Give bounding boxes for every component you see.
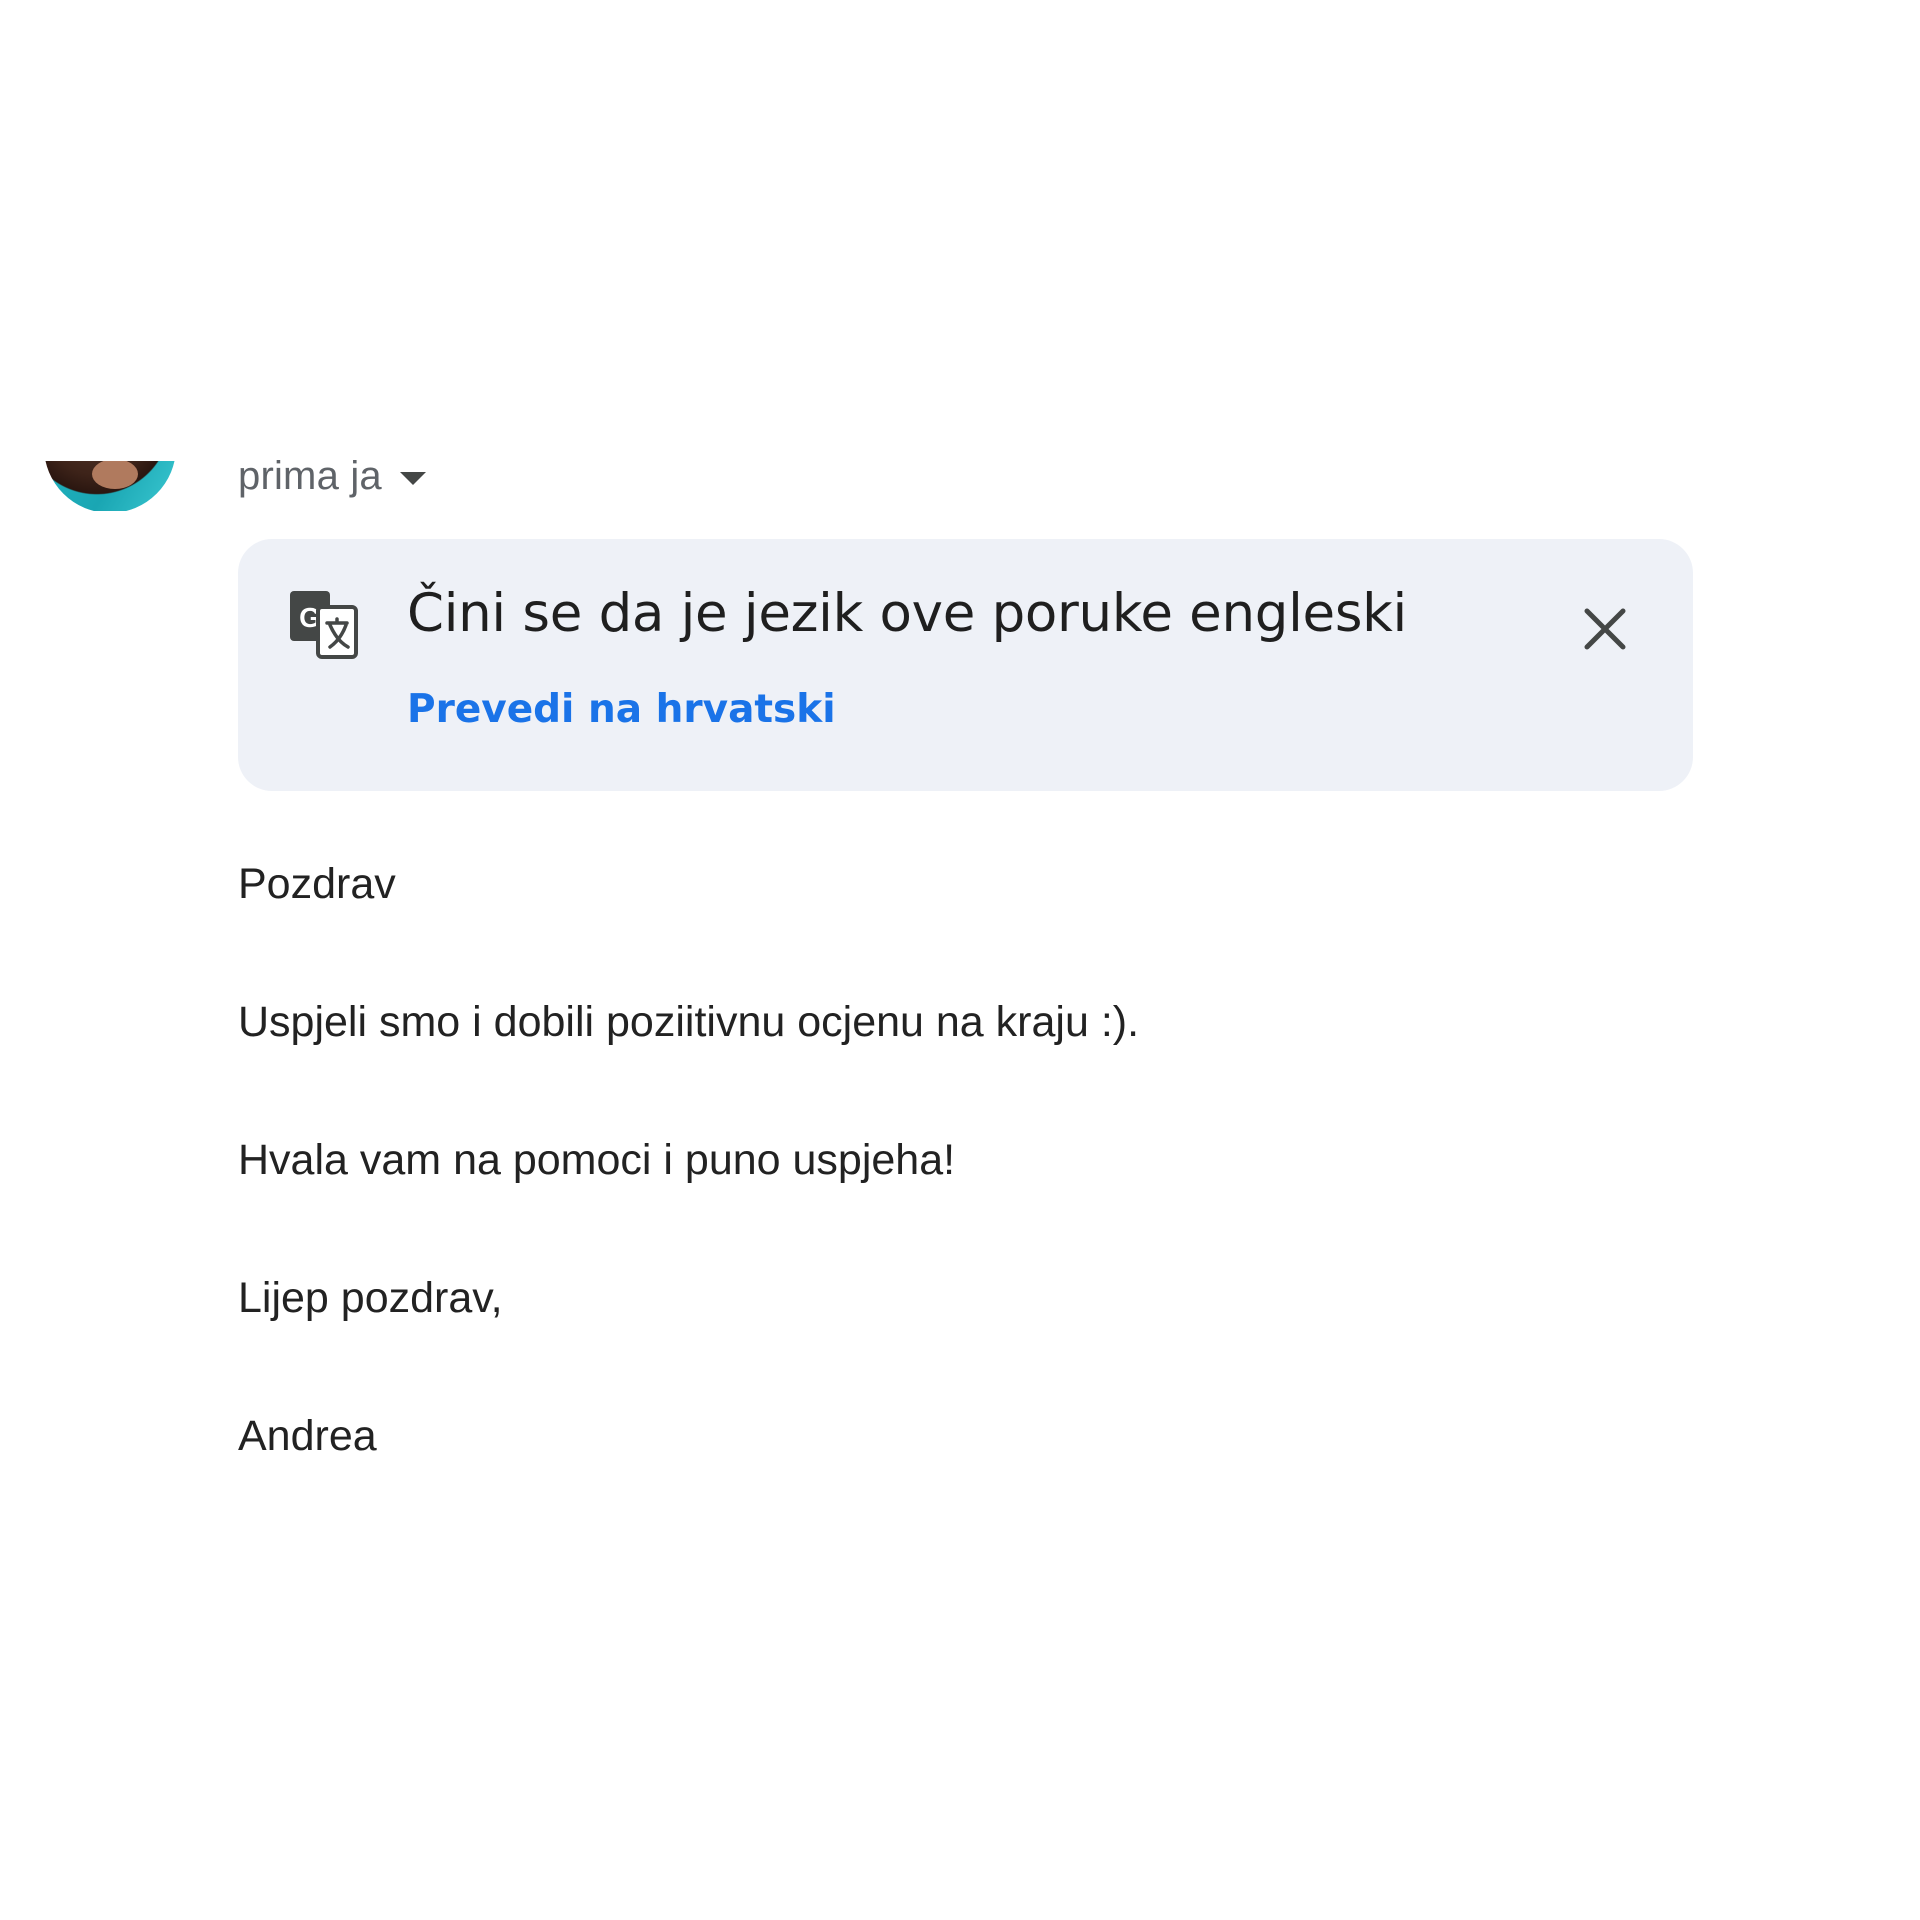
recipient-details: prima ja [238, 452, 426, 500]
translate-banner: G Čini se da je jezik ove poruke englesk… [238, 539, 1693, 791]
close-button[interactable] [1570, 594, 1640, 664]
message-paragraph: Andrea [238, 1412, 377, 1460]
translate-icon: G [290, 591, 358, 659]
translate-link[interactable]: Prevedi na hrvatski [407, 687, 836, 732]
banner-title: Čini se da je jezik ove poruke engleski [407, 583, 1407, 644]
message-paragraph: Lijep pozdrav, [238, 1274, 503, 1322]
chevron-down-icon[interactable] [399, 471, 426, 485]
message-body: Pozdrav Uspjeli smo i dobili poziitivnu … [238, 855, 1139, 1545]
message-paragraph: Pozdrav [238, 860, 396, 908]
avatar[interactable] [44, 461, 176, 511]
recipient-label: prima ja [238, 453, 382, 498]
sender-avatar-container[interactable] [40, 461, 180, 511]
close-icon [1584, 608, 1626, 650]
message-paragraph: Uspjeli smo i dobili poziitivnu ocjenu n… [238, 998, 1140, 1046]
message-paragraph: Hvala vam na pomoci i puno uspjeha! [238, 1136, 956, 1184]
